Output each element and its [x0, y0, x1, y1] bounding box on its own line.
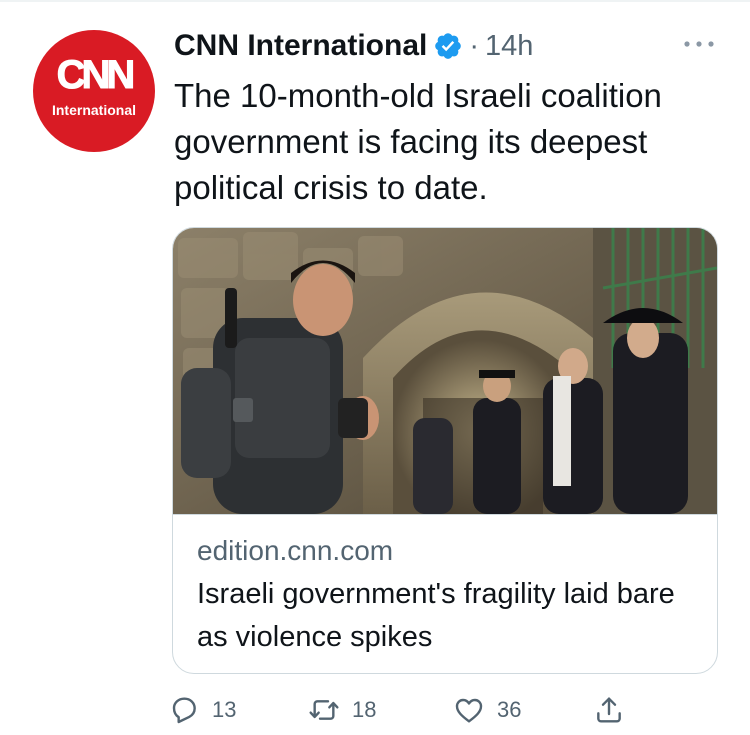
- tweet-actions: 13 18 36: [168, 690, 668, 730]
- avatar-subtitle: International: [51, 102, 136, 118]
- like-icon: [455, 698, 483, 723]
- avatar[interactable]: CNN International: [33, 30, 155, 152]
- tweet-header: CNN International · 14h: [174, 26, 533, 66]
- retweet-count: 18: [352, 697, 377, 722]
- timestamp[interactable]: 14h: [485, 30, 533, 63]
- avatar-logo: CNN: [56, 53, 136, 97]
- separator: ·: [469, 29, 480, 62]
- reply-button[interactable]: 13: [168, 690, 236, 730]
- link-card[interactable]: edition.cnn.com Israeli government's fra…: [172, 227, 718, 674]
- share-button[interactable]: [593, 690, 625, 730]
- author-name[interactable]: CNN International: [174, 29, 427, 63]
- reply-count: 13: [212, 697, 237, 722]
- like-button[interactable]: 36: [453, 690, 521, 730]
- news-photo-graphic: [173, 228, 717, 514]
- top-divider: [0, 0, 750, 2]
- card-domain: edition.cnn.com: [197, 535, 394, 566]
- verified-badge-icon: [435, 33, 462, 59]
- more-horizontal-icon[interactable]: [682, 36, 716, 52]
- share-icon: [597, 697, 621, 723]
- retweet-icon: [309, 700, 339, 720]
- tweet-text: The 10-month-old Israeli coalition gover…: [174, 77, 662, 206]
- like-count: 36: [497, 697, 522, 722]
- card-headline: Israeli government's fragility laid bare…: [197, 578, 675, 653]
- reply-icon: [172, 697, 196, 724]
- retweet-button[interactable]: 18: [308, 690, 376, 730]
- card-info: edition.cnn.com Israeli government's fra…: [173, 514, 717, 673]
- news-photo[interactable]: [173, 228, 717, 514]
